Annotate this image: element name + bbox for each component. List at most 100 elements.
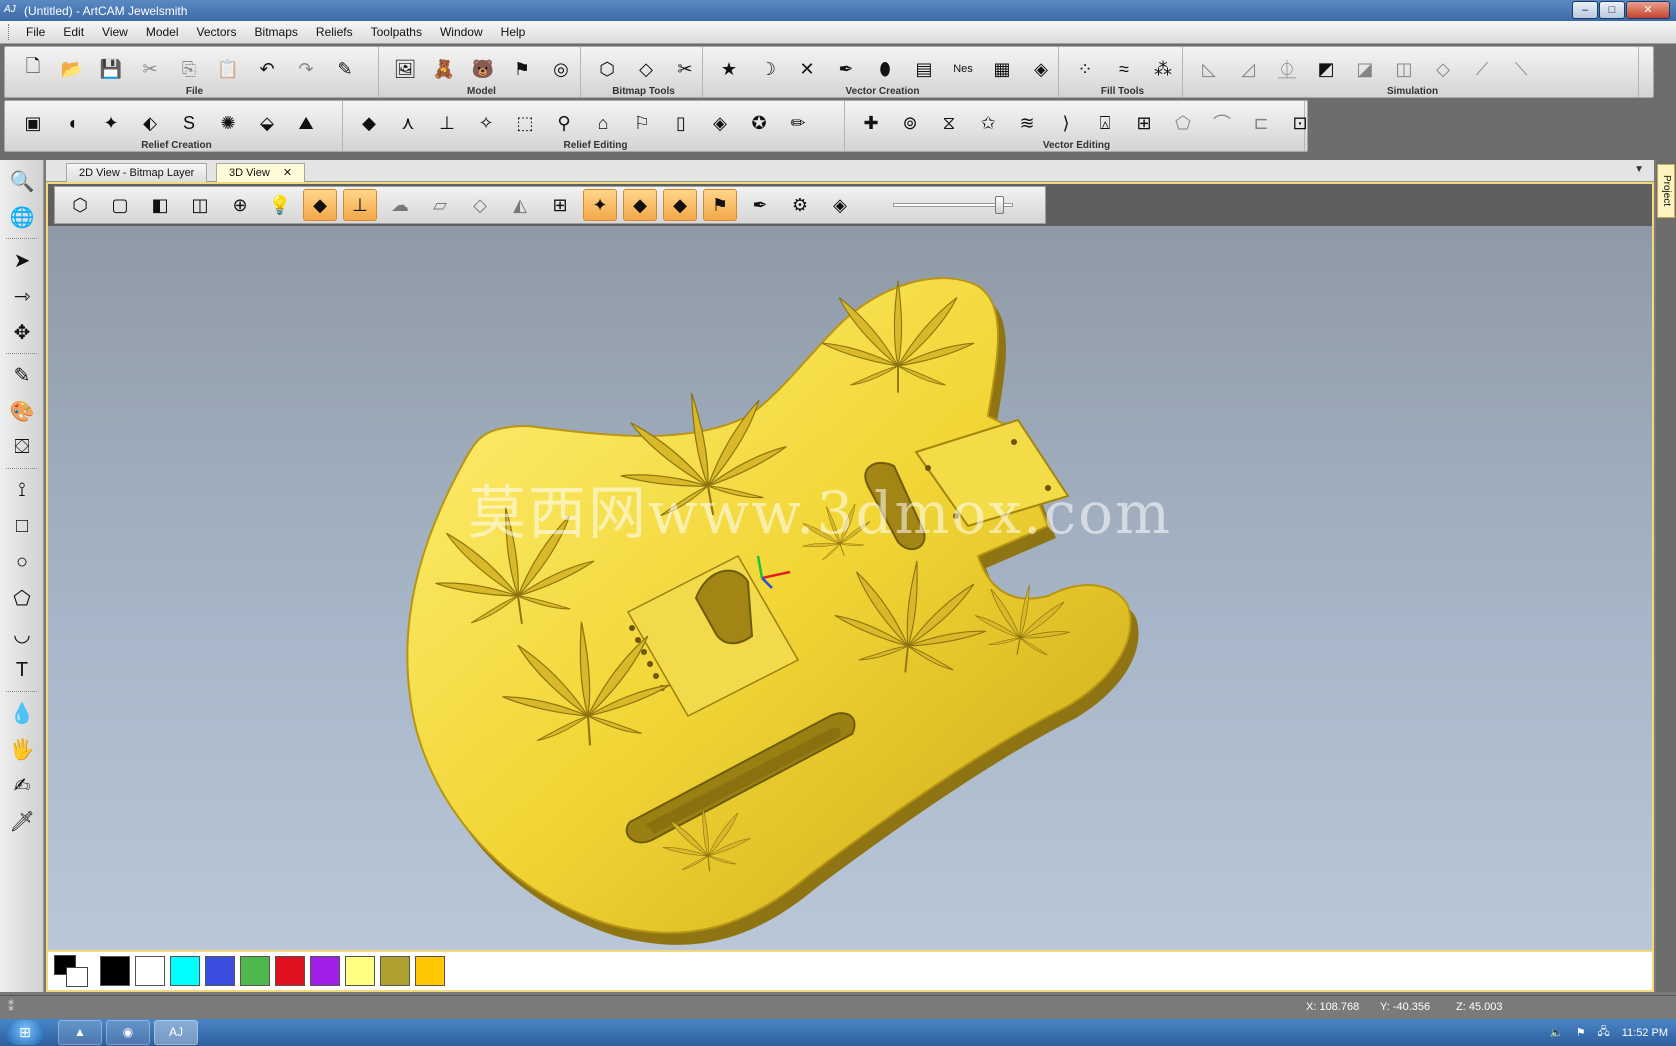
- knife-icon[interactable]: 🗡: [7, 806, 37, 836]
- bitmap-scissors-icon[interactable]: ✂: [669, 53, 701, 85]
- sim-6-icon[interactable]: ◫: [1388, 53, 1420, 85]
- vlc-task[interactable]: ▲: [58, 1020, 102, 1045]
- add-vector-icon[interactable]: ✚: [855, 107, 887, 139]
- sphere-icon[interactable]: ⊚: [894, 107, 926, 139]
- front-view-icon[interactable]: ▢: [103, 189, 137, 221]
- sphere-grid-icon[interactable]: ◎: [545, 53, 577, 85]
- relief-import-icon[interactable]: ⛰: [290, 107, 322, 139]
- new-file-icon[interactable]: 🗋: [17, 53, 49, 85]
- menu-window[interactable]: Window: [431, 25, 492, 39]
- top-view-icon[interactable]: ◫: [183, 189, 217, 221]
- drop-icon[interactable]: 💧: [7, 698, 37, 728]
- node-edit-icon[interactable]: ⇾: [7, 281, 37, 311]
- sim-8-icon[interactable]: ⟋: [1466, 53, 1498, 85]
- show-material-icon[interactable]: ◇: [463, 189, 497, 221]
- sim-2-icon[interactable]: ◿: [1232, 53, 1264, 85]
- fill-tool-icon[interactable]: ⛋: [7, 432, 37, 462]
- relief-slice-icon[interactable]: ⬚: [509, 107, 541, 139]
- bear-relief-icon[interactable]: 🧸: [428, 53, 460, 85]
- fit-icon[interactable]: ⊡: [1284, 107, 1316, 139]
- node-fill-icon[interactable]: ⁂: [1147, 53, 1179, 85]
- close-button[interactable]: ✕: [1626, 1, 1670, 19]
- wave-fill-icon[interactable]: ≈: [1108, 53, 1140, 85]
- notes-icon[interactable]: ✎: [329, 53, 361, 85]
- cut-icon[interactable]: ✂: [134, 53, 166, 85]
- relief-bead-icon[interactable]: ⚲: [548, 107, 580, 139]
- tab-3d-view[interactable]: 3D View ✕: [216, 163, 306, 182]
- right-view-icon[interactable]: ◧: [143, 189, 177, 221]
- sim-9-icon[interactable]: ⟍: [1505, 53, 1537, 85]
- menu-vectors[interactable]: Vectors: [188, 25, 246, 39]
- minimize-button[interactable]: –: [1572, 1, 1598, 19]
- menu-model[interactable]: Model: [137, 25, 188, 39]
- rectangle-icon[interactable]: □: [7, 511, 37, 541]
- menu-help[interactable]: Help: [492, 25, 535, 39]
- sculpt-icon[interactable]: 🖐: [7, 734, 37, 764]
- relief-star-icon[interactable]: ✦: [95, 107, 127, 139]
- render-icon[interactable]: ⚑: [703, 189, 737, 221]
- relief-sweep-icon[interactable]: S: [173, 107, 205, 139]
- relief-offset-icon[interactable]: ✧: [470, 107, 502, 139]
- lighting-icon[interactable]: 💡: [263, 189, 297, 221]
- circle-icon[interactable]: ○: [7, 547, 37, 577]
- arc-tool-icon[interactable]: ◡: [7, 619, 37, 649]
- volume-icon[interactable]: 🔈: [1550, 1026, 1564, 1039]
- brush-icon[interactable]: ✍: [7, 770, 37, 800]
- relief-extrude-icon[interactable]: ⬖: [134, 107, 166, 139]
- palette-swatch[interactable]: [310, 956, 340, 986]
- tab-close-icon[interactable]: ✕: [283, 167, 292, 179]
- pattern-icon[interactable]: ⊞: [1128, 107, 1160, 139]
- relief-ball-icon[interactable]: ✪: [743, 107, 775, 139]
- diamond-icon[interactable]: ◈: [823, 189, 857, 221]
- view-slider[interactable]: [893, 196, 1013, 214]
- zoom-view-icon[interactable]: ⊕: [223, 189, 257, 221]
- settings-gear-icon[interactable]: ⚙: [783, 189, 817, 221]
- iso-view-icon[interactable]: ⬡: [63, 189, 97, 221]
- menu-reliefs[interactable]: Reliefs: [307, 25, 362, 39]
- relief-reset-icon[interactable]: ◆: [353, 107, 385, 139]
- polyline-icon[interactable]: ⟟: [7, 475, 37, 505]
- select-arrow-icon[interactable]: ➤: [7, 245, 37, 275]
- transform-icon[interactable]: ✥: [7, 317, 37, 347]
- shape-fill-icon[interactable]: ⬮: [869, 53, 901, 85]
- relief-frame-icon[interactable]: ▯: [665, 107, 697, 139]
- show-toolpath-icon[interactable]: ▱: [423, 189, 457, 221]
- model-size-icon[interactable]: 🖼: [389, 53, 421, 85]
- palette-swatch[interactable]: [415, 956, 445, 986]
- view-slider-thumb[interactable]: [995, 196, 1005, 214]
- show-grid-icon[interactable]: ⊞: [543, 189, 577, 221]
- sim-1-icon[interactable]: ◺: [1193, 53, 1225, 85]
- relief-cap-icon[interactable]: ⚐: [626, 107, 658, 139]
- menu-view[interactable]: View: [93, 25, 137, 39]
- open-folder-icon[interactable]: 📂: [56, 53, 88, 85]
- layers-icon[interactable]: ▤: [908, 53, 940, 85]
- tab-2d-view[interactable]: 2D View - Bitmap Layer: [66, 163, 208, 182]
- bitmap-to-vector-icon[interactable]: ⬡: [591, 53, 623, 85]
- align-icon[interactable]: ⟩: [1050, 107, 1082, 139]
- network-icon[interactable]: 🖧: [1597, 1023, 1609, 1042]
- text-tool-icon[interactable]: T: [7, 655, 37, 685]
- palette-swatch[interactable]: [240, 956, 270, 986]
- shape-corner-icon[interactable]: ⬠: [1167, 107, 1199, 139]
- palette-swatch[interactable]: [345, 956, 375, 986]
- palette-swatch[interactable]: [380, 956, 410, 986]
- undo-icon[interactable]: ↶: [251, 53, 283, 85]
- clock[interactable]: 11:52 PM: [1622, 1027, 1668, 1039]
- artcam-task[interactable]: AJ: [154, 1020, 198, 1045]
- current-colors[interactable]: [54, 955, 90, 987]
- 3d-viewport[interactable]: 莫西网www.3dmox.com: [46, 226, 1654, 950]
- relief-shell-icon[interactable]: ⌂: [587, 107, 619, 139]
- menu-edit[interactable]: Edit: [54, 25, 93, 39]
- palette-swatch[interactable]: [275, 956, 305, 986]
- save-icon[interactable]: 💾: [95, 53, 127, 85]
- relief-smooth-icon[interactable]: ⋏: [392, 107, 424, 139]
- sim-4-icon[interactable]: ◩: [1310, 53, 1342, 85]
- show-block-icon[interactable]: ◭: [503, 189, 537, 221]
- chrome-task[interactable]: ◉: [106, 1020, 150, 1045]
- show-axes-icon[interactable]: ⊥: [343, 189, 377, 221]
- nesting-icon[interactable]: Nes: [947, 53, 979, 85]
- start-button[interactable]: ⊞: [6, 1020, 44, 1045]
- grayscale-relief-icon[interactable]: 🐻: [467, 53, 499, 85]
- wave-icon[interactable]: ≋: [1011, 107, 1043, 139]
- redo-icon[interactable]: ↷: [290, 53, 322, 85]
